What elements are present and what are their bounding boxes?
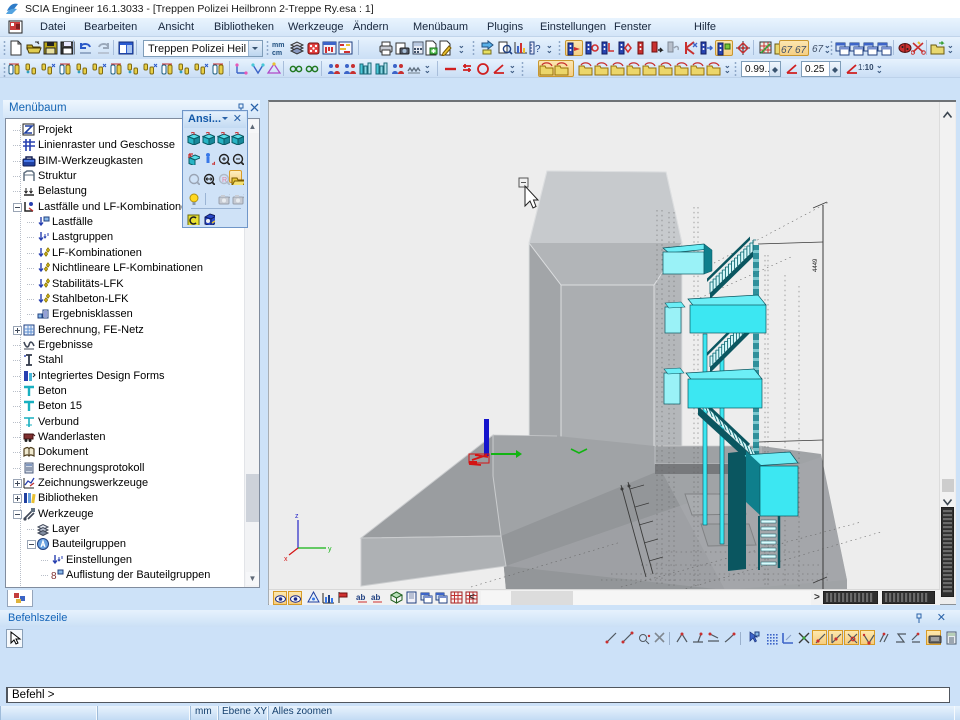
svg-text:cm: cm [272, 50, 282, 56]
svg-text:z: z [295, 513, 299, 520]
svg-text:x: x [284, 556, 288, 563]
svg-text:mm: mm [272, 42, 284, 49]
svg-text:ab: ab [356, 593, 365, 602]
svg-text:R: R [222, 177, 227, 184]
svg-text:67: 67 [781, 45, 793, 55]
svg-text:67: 67 [795, 45, 807, 55]
svg-text:ab: ab [371, 593, 380, 602]
svg-text:y: y [328, 546, 332, 553]
svg-text:4449: 4449 [813, 258, 819, 272]
svg-text:8: 8 [51, 571, 57, 582]
svg-text:?: ? [535, 44, 541, 55]
svg-text:67: 67 [812, 44, 824, 54]
